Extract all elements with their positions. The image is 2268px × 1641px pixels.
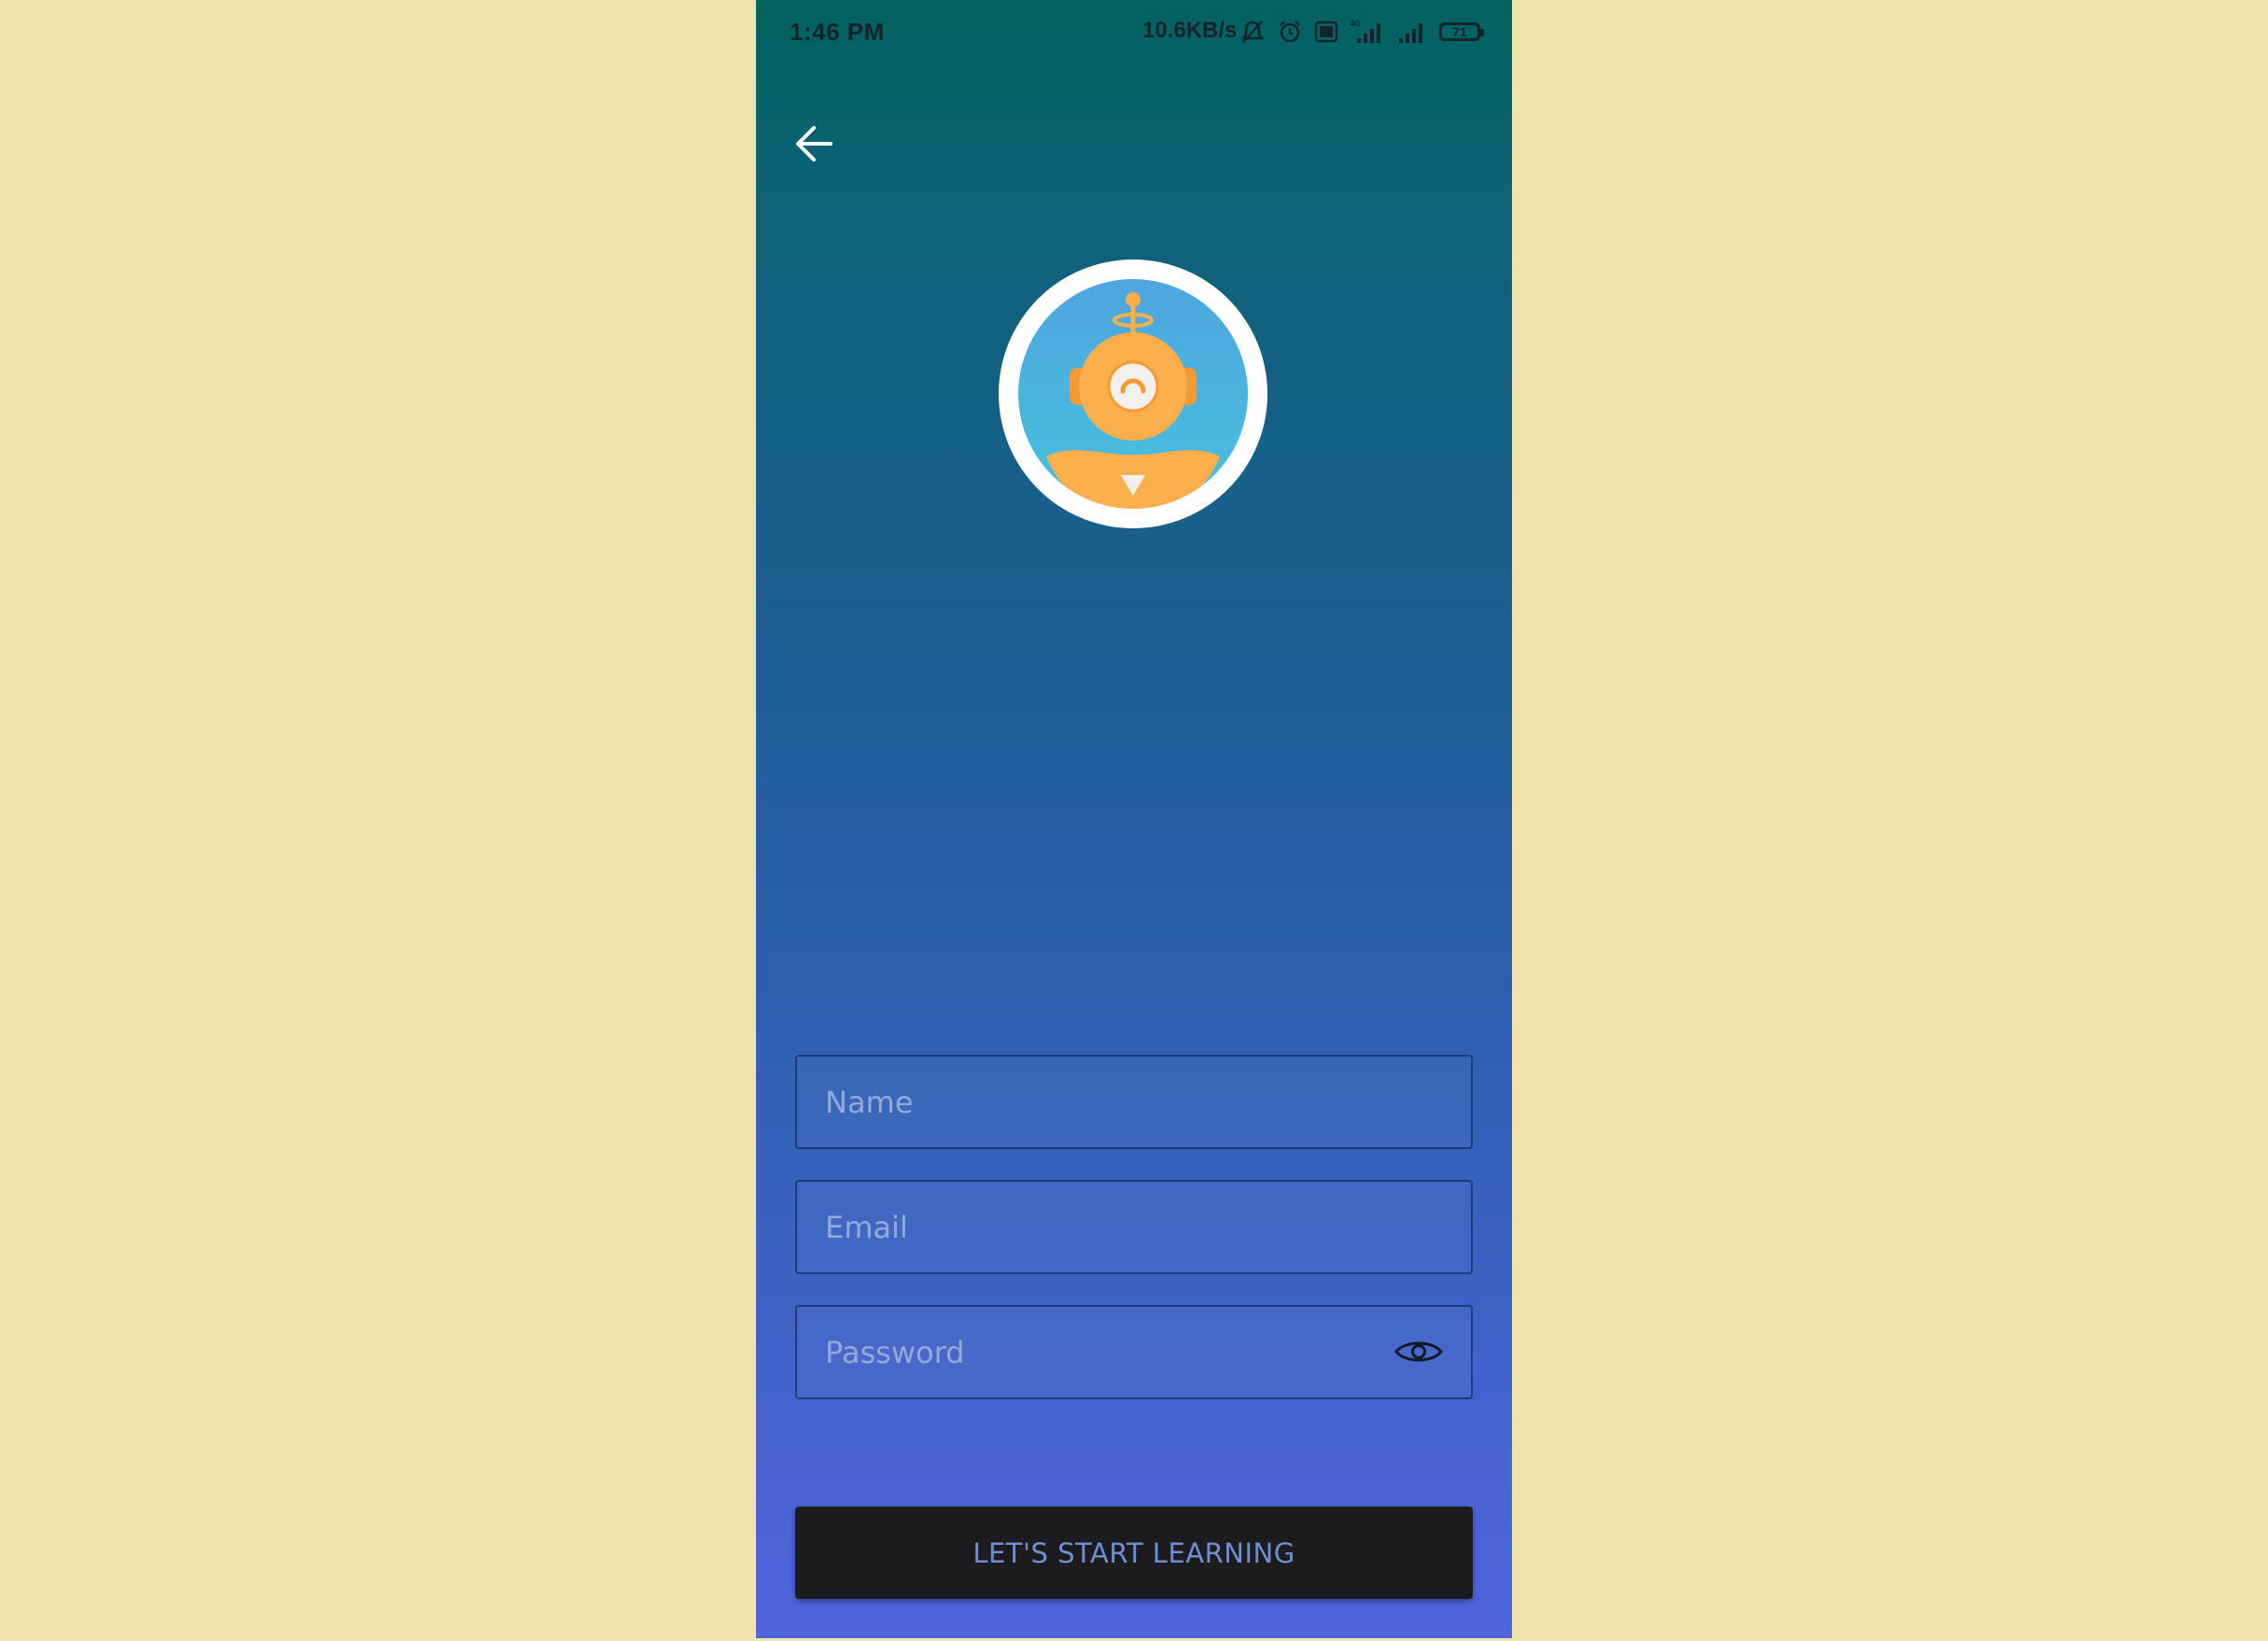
name-field-container: [795, 1055, 1473, 1149]
status-icons: 4G 71: [1239, 15, 1484, 49]
svg-text:4G: 4G: [1351, 20, 1361, 28]
arrow-left-icon: [793, 123, 834, 169]
avatar-image: [1018, 279, 1248, 509]
signal-4g-icon: 4G: [1350, 19, 1387, 45]
email-field-container: [795, 1180, 1473, 1274]
signal-icon: [1398, 19, 1428, 45]
email-input[interactable]: [797, 1182, 1471, 1272]
start-learning-button[interactable]: LET'S START LEARNING: [795, 1507, 1473, 1599]
avatar: [999, 259, 1267, 528]
password-visibility-toggle[interactable]: [1393, 1331, 1445, 1376]
password-input[interactable]: [797, 1307, 1471, 1397]
robot-mascot-icon: [1046, 292, 1220, 509]
status-bar: 1:46 PM 10.6KB/s 4G 71: [756, 0, 1512, 63]
back-button[interactable]: [786, 118, 842, 174]
eye-icon: [1393, 1336, 1444, 1372]
volte-icon: [1314, 20, 1338, 44]
network-speed: 10.6KB/s: [1142, 18, 1238, 43]
alarm-icon: [1277, 19, 1303, 45]
phone-screen: 1:46 PM 10.6KB/s 4G 71 Name Email LET'S …: [756, 0, 1512, 1638]
mute-icon: [1239, 19, 1266, 45]
status-time: 1:46 PM: [790, 18, 885, 46]
name-input[interactable]: [797, 1057, 1471, 1147]
password-field-container: [795, 1305, 1473, 1399]
battery-icon: 71: [1439, 22, 1484, 41]
